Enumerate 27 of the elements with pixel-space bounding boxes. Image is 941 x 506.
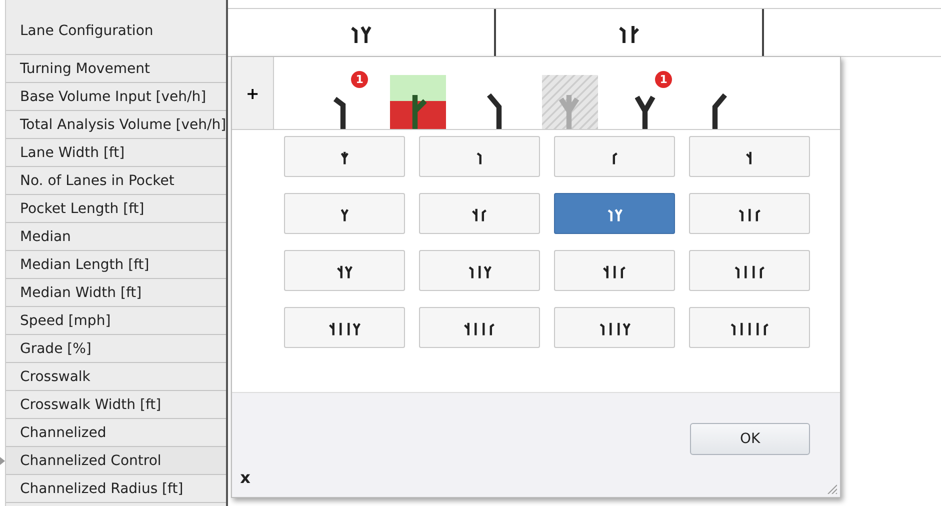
row-header: Base Volume Input [veh/h] [6,83,226,111]
lane-option-button[interactable] [419,307,540,348]
resize-grip-icon[interactable] [827,484,838,494]
row-header: Median Width [ft] [6,279,226,307]
row-header: Lane Configuration [6,8,226,55]
row-header: Crosswalk Width [ft] [6,391,226,419]
row-header: Lane Width [ft] [6,139,226,167]
row-header: Median Length [ft] [6,251,226,279]
row-header: Crosswalk [6,363,226,391]
ok-button[interactable]: OK [690,423,810,455]
row-header: Speed [mph] [6,307,226,335]
row-header: Channelized Control [6,447,226,475]
row-header: No. of Lanes in Pocket [6,167,226,195]
lane-option-button[interactable] [554,307,676,348]
lane-option-button[interactable] [689,307,810,348]
lane-option-button[interactable] [284,307,406,348]
count-badge: 1 [351,71,368,88]
row-header: Pocket Length [ft] [6,195,226,223]
row-header: Grade [%] [6,335,226,363]
close-button[interactable]: x [238,468,252,487]
movement-item[interactable] [390,75,446,129]
count-badge: 1 [655,71,672,88]
row-header: Channelized Radius [ft] [6,475,226,503]
row-header: Median [6,223,226,251]
row-header: Total Analysis Volume [veh/h] [6,111,226,139]
add-button[interactable]: + [232,57,274,129]
row-header: Turning Movement [6,55,226,83]
